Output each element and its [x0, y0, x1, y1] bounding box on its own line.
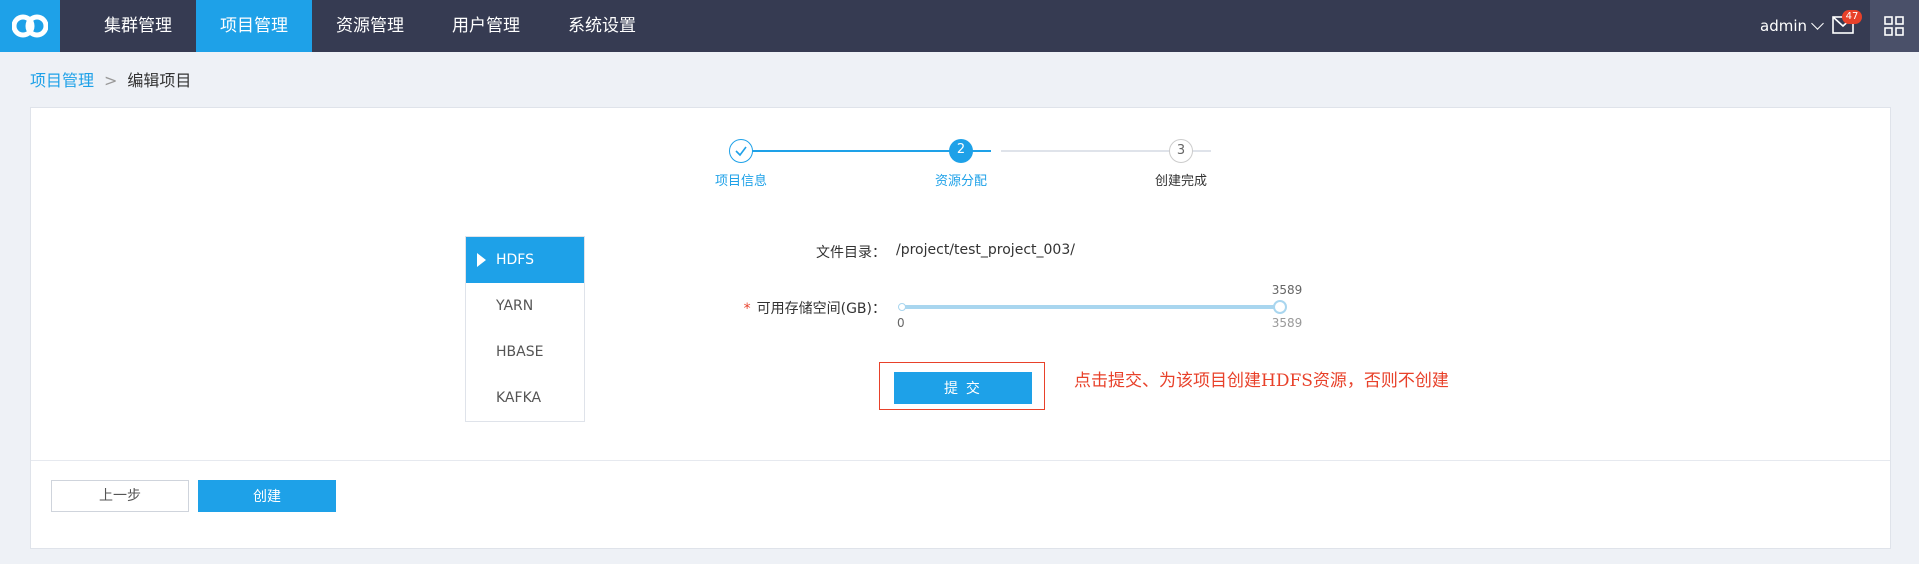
check-icon: [735, 146, 747, 157]
footer-divider: [31, 460, 1890, 461]
step-3-pending: 3: [1169, 139, 1193, 163]
nav-item-settings[interactable]: 系统设置: [552, 0, 652, 52]
top-navbar: 集群管理 项目管理 资源管理 用户管理 系统设置 admin 47: [0, 0, 1919, 52]
main-panel: 2 3 项目信息 资源分配 创建完成 HDFS YARN HBASE KAFKA…: [30, 107, 1891, 549]
step-1-label: 项目信息: [714, 174, 767, 189]
slider-current-value: 3589: [1271, 283, 1303, 297]
create-button[interactable]: 创建: [198, 480, 336, 512]
tab-hdfs[interactable]: HDFS: [466, 237, 584, 283]
tab-hbase-label: HBASE: [496, 344, 544, 360]
annotation-note: 点击提交、为该项目创建HDFS资源，否则不创建: [1074, 371, 1449, 391]
tab-hbase[interactable]: HBASE: [466, 329, 584, 375]
app-logo[interactable]: [0, 0, 60, 52]
breadcrumb-link-project[interactable]: 项目管理: [30, 71, 94, 90]
nav-item-resource[interactable]: 资源管理: [320, 0, 420, 52]
dir-label: 文件目录：: [816, 245, 886, 261]
tab-kafka[interactable]: KAFKA: [466, 375, 584, 421]
chevron-right-icon: >: [104, 71, 118, 90]
nav-item-cluster[interactable]: 集群管理: [88, 0, 188, 52]
step-3-label: 创建完成: [1154, 174, 1207, 189]
storage-label-row: * 可用存储空间(GB)：: [691, 298, 886, 318]
breadcrumb: 项目管理 > 编辑项目: [30, 70, 191, 92]
caret-right-icon: [477, 253, 486, 267]
step-2-label: 资源分配: [934, 174, 987, 189]
tab-kafka-label: KAFKA: [496, 390, 542, 406]
breadcrumb-current: 编辑项目: [127, 71, 192, 90]
prev-step-button[interactable]: 上一步: [51, 480, 189, 512]
logo-icon: [12, 14, 48, 38]
grid-icon: [1884, 16, 1904, 36]
storage-slider-handle[interactable]: [1273, 300, 1287, 314]
required-mark: *: [743, 301, 751, 317]
dir-value: /project/test_project_003/: [896, 242, 1075, 258]
slider-min-handle: [898, 303, 906, 311]
submit-button[interactable]: 提 交: [894, 372, 1032, 404]
storage-label: 可用存储空间(GB)：: [756, 301, 886, 317]
storage-slider-track[interactable]: [901, 305, 1282, 309]
step-2-active: 2: [949, 139, 973, 163]
tab-yarn-label: YARN: [496, 298, 534, 314]
nav-item-user[interactable]: 用户管理: [436, 0, 536, 52]
tab-yarn[interactable]: YARN: [466, 283, 584, 329]
tab-hdfs-label: HDFS: [496, 252, 535, 268]
step-1-done: [729, 139, 753, 163]
app-grid-button[interactable]: [1870, 0, 1919, 52]
chevron-down-icon: [1811, 17, 1824, 30]
user-menu[interactable]: admin: [1760, 0, 1824, 52]
mail-count-badge: 47: [1842, 10, 1862, 24]
service-tabs: HDFS YARN HBASE KAFKA: [465, 236, 585, 422]
nav-item-project[interactable]: 项目管理: [196, 0, 312, 52]
user-name: admin: [1760, 17, 1807, 35]
slider-max-label: 3589: [1271, 316, 1303, 330]
slider-min-label: 0: [897, 316, 905, 330]
